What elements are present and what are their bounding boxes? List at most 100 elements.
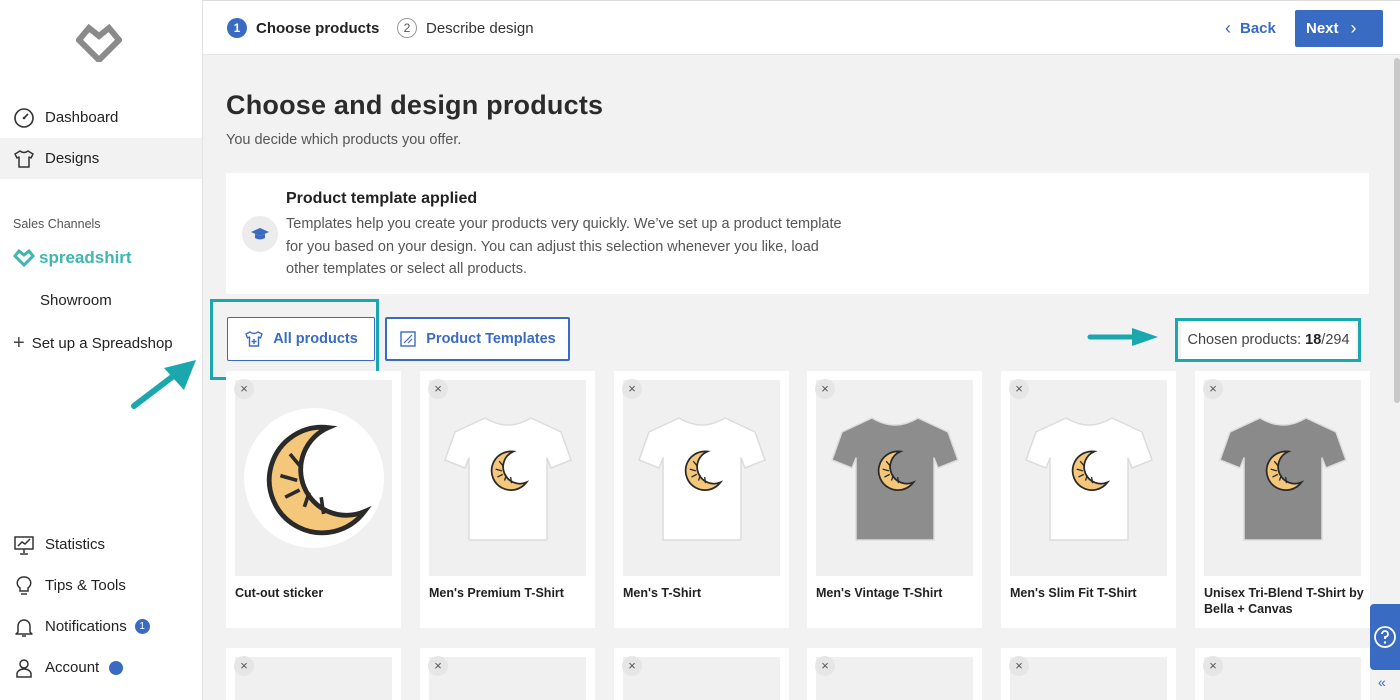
product-name: Cut-out sticker bbox=[235, 586, 324, 600]
remove-product-button[interactable]: × bbox=[815, 656, 835, 676]
product-card[interactable]: × Men's Vintage T-Shirt bbox=[807, 371, 982, 628]
step-number: 2 bbox=[397, 18, 417, 38]
collapse-chevron-icon[interactable]: « bbox=[1378, 674, 1386, 690]
product-name: Men's Vintage T-Shirt bbox=[816, 586, 943, 600]
back-label: Back bbox=[1240, 19, 1276, 37]
product-card[interactable]: × bbox=[807, 648, 982, 700]
product-image[interactable] bbox=[1204, 657, 1361, 700]
t-shirt-icon bbox=[1024, 417, 1153, 541]
product-image[interactable] bbox=[816, 657, 973, 700]
t-shirt-icon bbox=[443, 417, 572, 541]
sticker-shape bbox=[243, 408, 384, 548]
product-image[interactable] bbox=[816, 380, 973, 576]
gauge-icon bbox=[13, 107, 35, 129]
step-label: Describe design bbox=[426, 19, 534, 37]
spreadshirt-brand[interactable]: spreadshirt bbox=[13, 248, 132, 268]
setup-spreadshop-label: Set up a Spreadshop bbox=[31, 334, 173, 352]
remove-product-button[interactable]: × bbox=[234, 656, 254, 676]
plus-icon: + bbox=[13, 332, 25, 354]
logo-icon[interactable] bbox=[76, 20, 122, 62]
step-choose-products[interactable]: 1 Choose products bbox=[227, 18, 379, 38]
product-image[interactable] bbox=[623, 657, 780, 700]
remove-product-button[interactable]: × bbox=[622, 379, 642, 399]
next-button[interactable]: Next › bbox=[1295, 10, 1383, 47]
product-card[interactable]: × Unisex Tri-Blend T-Shirt by Bella + Ca… bbox=[1195, 371, 1370, 628]
product-templates-button[interactable]: Product Templates bbox=[385, 317, 570, 361]
product-image[interactable] bbox=[429, 657, 586, 700]
product-image[interactable] bbox=[1010, 380, 1167, 576]
product-name: Men's T-Shirt bbox=[623, 586, 701, 600]
product-image[interactable] bbox=[235, 657, 392, 700]
chart-icon bbox=[13, 534, 35, 556]
nav-showroom[interactable]: Showroom bbox=[40, 292, 112, 309]
info-title: Product template applied bbox=[286, 190, 478, 207]
graduation-cap-icon bbox=[242, 216, 278, 252]
nav-notifications-label: Notifications bbox=[45, 618, 127, 635]
spreadshirt-logo-icon bbox=[13, 249, 35, 267]
product-card[interactable]: × bbox=[1001, 648, 1176, 700]
product-card[interactable]: × Men's T-Shirt bbox=[614, 371, 789, 628]
remove-product-button[interactable]: × bbox=[815, 379, 835, 399]
lightbulb-icon bbox=[13, 575, 35, 597]
product-card[interactable]: × Cut-out sticker bbox=[226, 371, 401, 628]
product-card[interactable]: × bbox=[614, 648, 789, 700]
sales-channels-label: Sales Channels bbox=[13, 217, 101, 231]
help-icon bbox=[1374, 626, 1396, 648]
nav-dashboard[interactable]: Dashboard bbox=[0, 97, 202, 138]
remove-product-button[interactable]: × bbox=[1203, 656, 1223, 676]
user-icon bbox=[13, 657, 35, 679]
top-bar: 1 Choose products 2 Describe design ‹ Ba… bbox=[203, 0, 1400, 55]
highlight-box-all-products bbox=[210, 299, 379, 380]
step-describe-design[interactable]: 2 Describe design bbox=[397, 18, 534, 38]
product-name: Unisex Tri-Blend T-Shirt by Bella + Canv… bbox=[1204, 586, 1364, 616]
template-info-box: Product template applied Templates help … bbox=[226, 173, 1369, 294]
highlight-box-chosen-count bbox=[1175, 318, 1361, 362]
product-name: Men's Premium T-Shirt bbox=[429, 586, 564, 600]
account-status-dot bbox=[109, 660, 124, 675]
product-name: Men's Slim Fit T-Shirt bbox=[1010, 586, 1137, 600]
page-title: Choose and design products bbox=[226, 90, 604, 120]
notifications-badge: 1 bbox=[134, 619, 150, 634]
help-button[interactable] bbox=[1370, 604, 1400, 670]
nav-dashboard-label: Dashboard bbox=[45, 109, 119, 126]
sidebar: Dashboard Designs Sales Channels spreads… bbox=[0, 0, 203, 700]
chevron-right-icon: › bbox=[1350, 18, 1357, 38]
remove-product-button[interactable]: × bbox=[428, 379, 448, 399]
moon-design-icon bbox=[266, 424, 372, 536]
nav-statistics[interactable]: Statistics bbox=[0, 524, 202, 565]
product-card[interactable]: × bbox=[420, 648, 595, 700]
nav-designs[interactable]: Designs bbox=[0, 138, 202, 179]
product-card[interactable]: × Men's Slim Fit T-Shirt bbox=[1001, 371, 1176, 628]
product-image[interactable] bbox=[1204, 380, 1361, 576]
arrow-annotation-icon bbox=[1087, 328, 1158, 346]
next-label: Next bbox=[1306, 20, 1339, 37]
brand-name: spreadshirt bbox=[39, 248, 132, 267]
shirt-icon bbox=[13, 148, 35, 170]
remove-product-button[interactable]: × bbox=[1203, 379, 1223, 399]
step-label: Choose products bbox=[256, 19, 380, 37]
step-number: 1 bbox=[227, 18, 247, 38]
product-image[interactable] bbox=[1010, 657, 1167, 700]
setup-spreadshop-link[interactable]: + Set up a Spreadshop bbox=[13, 333, 173, 353]
product-templates-label: Product Templates bbox=[426, 331, 556, 347]
remove-product-button[interactable]: × bbox=[1009, 656, 1029, 676]
scrollbar[interactable] bbox=[1394, 58, 1400, 403]
product-image[interactable] bbox=[235, 380, 392, 576]
product-card[interactable]: × bbox=[226, 648, 401, 700]
t-shirt-icon bbox=[830, 417, 959, 541]
product-image[interactable] bbox=[623, 380, 780, 576]
info-text: Templates help you create your products … bbox=[286, 216, 842, 277]
product-image[interactable] bbox=[429, 380, 586, 576]
nav-account[interactable]: Account bbox=[0, 647, 202, 688]
remove-product-button[interactable]: × bbox=[234, 379, 254, 399]
product-card[interactable]: × bbox=[1195, 648, 1370, 700]
nav-notifications[interactable]: Notifications 1 bbox=[0, 606, 202, 647]
nav-tips-tools[interactable]: Tips & Tools bbox=[0, 565, 202, 606]
remove-product-button[interactable]: × bbox=[428, 656, 448, 676]
remove-product-button[interactable]: × bbox=[1009, 379, 1029, 399]
nav-designs-label: Designs bbox=[45, 150, 100, 167]
product-card[interactable]: × Men's Premium T-Shirt bbox=[420, 371, 595, 628]
remove-product-button[interactable]: × bbox=[622, 656, 642, 676]
back-button[interactable]: ‹ Back bbox=[1225, 10, 1276, 46]
nav-account-label: Account bbox=[45, 659, 100, 676]
